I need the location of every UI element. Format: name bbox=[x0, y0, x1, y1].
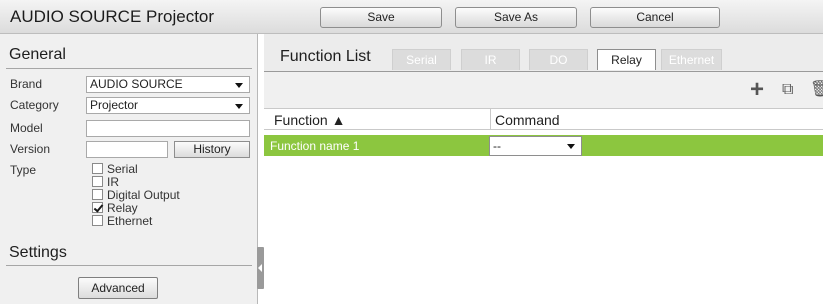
checkbox-checked[interactable] bbox=[92, 202, 103, 213]
type-serial-checkbox[interactable]: Serial bbox=[92, 163, 138, 175]
grid-header: Function ▲ Command bbox=[264, 108, 823, 130]
category-value: Projector bbox=[90, 98, 139, 112]
function-column-header[interactable]: Function ▲ bbox=[274, 112, 345, 128]
checkbox-label: Serial bbox=[107, 162, 138, 176]
window-title: AUDIO SOURCE Projector bbox=[10, 7, 215, 26]
type-ir-checkbox[interactable]: IR bbox=[92, 176, 119, 188]
version-field[interactable] bbox=[86, 141, 168, 158]
type-relay-checkbox[interactable]: Relay bbox=[92, 202, 138, 214]
checkbox-label: Digital Output bbox=[107, 188, 180, 202]
plus-icon[interactable]: + bbox=[750, 78, 764, 102]
column-divider bbox=[490, 109, 491, 130]
command-select[interactable]: -- bbox=[489, 136, 582, 156]
function-list-header: Function List Serial IR DO Relay Etherne… bbox=[264, 34, 823, 71]
checkbox[interactable] bbox=[92, 163, 103, 174]
version-label: Version bbox=[10, 142, 51, 156]
left-panel: General Brand AUDIO SOURCE Category Proj… bbox=[0, 34, 258, 304]
general-divider bbox=[6, 68, 252, 69]
checkbox[interactable] bbox=[92, 215, 103, 226]
model-field[interactable] bbox=[86, 120, 250, 137]
command-value: -- bbox=[493, 139, 501, 153]
brand-label: Brand bbox=[10, 77, 43, 91]
brand-value: AUDIO SOURCE bbox=[90, 77, 183, 91]
save-button[interactable]: Save bbox=[320, 7, 442, 28]
chevron-left-icon bbox=[258, 264, 262, 272]
settings-heading: Settings bbox=[9, 244, 67, 261]
copy-icon[interactable]: ⧉ bbox=[782, 80, 793, 100]
tab-ethernet[interactable]: Ethernet bbox=[661, 49, 722, 70]
tab-do[interactable]: DO bbox=[529, 49, 588, 70]
checkbox-label: Ethernet bbox=[107, 214, 153, 228]
checkbox-label: IR bbox=[107, 175, 119, 189]
general-heading: General bbox=[9, 46, 66, 63]
trash-icon[interactable]: 🗑 bbox=[810, 80, 823, 100]
brand-select[interactable]: AUDIO SOURCE bbox=[86, 76, 250, 93]
function-toolbar: + ⧉ 🗑 bbox=[264, 71, 823, 108]
title-bar: AUDIO SOURCE Projector Save Save As Canc… bbox=[0, 0, 823, 34]
tab-ir[interactable]: IR bbox=[461, 49, 520, 70]
cancel-button[interactable]: Cancel bbox=[590, 7, 720, 28]
category-select[interactable]: Projector bbox=[86, 97, 250, 114]
chevron-down-icon bbox=[235, 104, 243, 109]
category-label: Category bbox=[10, 98, 59, 112]
advanced-button[interactable]: Advanced bbox=[78, 277, 158, 299]
chevron-down-icon bbox=[567, 144, 575, 149]
model-label: Model bbox=[10, 121, 43, 135]
function-name-cell[interactable]: Function name 1 bbox=[270, 139, 359, 153]
tab-relay[interactable]: Relay bbox=[597, 49, 656, 70]
tab-serial[interactable]: Serial bbox=[392, 49, 451, 70]
type-ethernet-checkbox[interactable]: Ethernet bbox=[92, 215, 152, 227]
table-row[interactable]: Function name 1 -- bbox=[264, 135, 823, 156]
history-button[interactable]: History bbox=[174, 141, 250, 158]
checkbox-label: Relay bbox=[107, 201, 138, 215]
settings-divider bbox=[6, 265, 252, 266]
function-list-title: Function List bbox=[280, 48, 371, 65]
chevron-down-icon bbox=[235, 83, 243, 88]
panel-collapse-handle[interactable] bbox=[257, 247, 264, 289]
type-label: Type bbox=[10, 163, 37, 177]
command-column-header[interactable]: Command bbox=[495, 112, 560, 128]
checkbox[interactable] bbox=[92, 176, 103, 187]
checkbox[interactable] bbox=[92, 189, 103, 200]
save-as-button[interactable]: Save As bbox=[455, 7, 577, 28]
type-digital-output-checkbox[interactable]: Digital Output bbox=[92, 189, 180, 201]
